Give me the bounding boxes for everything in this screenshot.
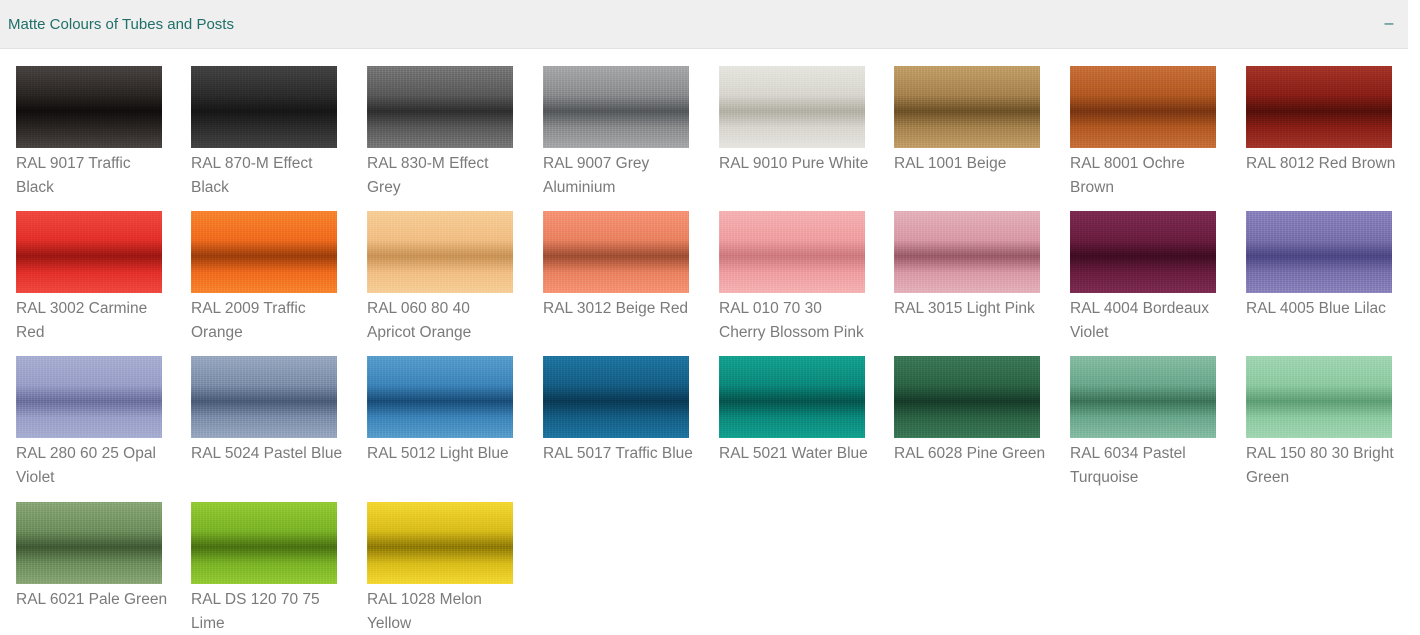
colour-swatch-card[interactable]: RAL 8001 Ochre Brown	[1070, 66, 1216, 199]
colour-swatch-label: RAL 9007 Grey Aluminium	[543, 155, 650, 196]
colour-swatch-label: RAL 830-M Effect Grey	[367, 155, 489, 196]
colour-swatch-label: RAL 6021 Pale Green	[16, 591, 168, 608]
colour-swatch-image[interactable]	[367, 356, 513, 438]
colour-swatch-label: RAL 9010 Pure White	[719, 155, 869, 172]
colour-swatch-image[interactable]	[894, 66, 1040, 148]
colour-swatch-card[interactable]: RAL 6028 Pine Green	[894, 356, 1045, 466]
colour-swatch-label: RAL 6028 Pine Green	[894, 445, 1046, 462]
colour-swatch-card[interactable]: RAL 5021 Water Blue	[719, 356, 868, 466]
colour-swatch-card[interactable]: RAL 5024 Pastel Blue	[191, 356, 342, 466]
colour-swatch-card[interactable]: RAL 6021 Pale Green	[16, 502, 167, 612]
colour-swatch-label: RAL DS 120 70 75 Lime	[191, 591, 320, 632]
colour-swatch-image[interactable]	[191, 211, 337, 293]
colour-swatch-label: RAL 9017 Traffic Black	[16, 155, 131, 196]
colour-swatch-card[interactable]: RAL 010 70 30 Cherry Blossom Pink	[719, 211, 865, 344]
colour-swatch-card[interactable]: RAL 060 80 40 Apricot Orange	[367, 211, 513, 344]
colour-swatch-card[interactable]: RAL 3012 Beige Red	[543, 211, 689, 321]
colour-swatch-image[interactable]	[367, 211, 513, 293]
colour-swatch-card[interactable]: RAL 3002 Carmine Red	[16, 211, 162, 344]
colour-swatch-label: RAL 3012 Beige Red	[543, 300, 689, 317]
collapse-minus-icon[interactable]: –	[1382, 15, 1396, 33]
colour-swatch-image[interactable]	[894, 356, 1040, 438]
accordion-title[interactable]: Matte Colours of Tubes and Posts	[8, 16, 234, 34]
colour-swatch-label: RAL 5024 Pastel Blue	[191, 445, 343, 462]
colour-swatch-label: RAL 3002 Carmine Red	[16, 300, 148, 341]
colour-swatch-image[interactable]	[1070, 66, 1216, 148]
colour-swatch-card[interactable]: RAL 830-M Effect Grey	[367, 66, 513, 199]
colour-swatch-label: RAL 8001 Ochre Brown	[1070, 155, 1185, 196]
colour-swatch-label: RAL 010 70 30 Cherry Blossom Pink	[719, 300, 864, 341]
colour-swatch-label: RAL 150 80 30 Bright Green	[1246, 445, 1394, 486]
colour-swatch-card[interactable]: RAL 9007 Grey Aluminium	[543, 66, 689, 199]
colour-swatch-label: RAL 4004 Bordeaux Violet	[1070, 300, 1210, 341]
colour-swatch-image[interactable]	[16, 211, 162, 293]
colour-swatch-card[interactable]: RAL DS 120 70 75 Lime	[191, 502, 337, 635]
colour-swatch-label: RAL 5021 Water Blue	[719, 445, 868, 462]
colour-swatch-image[interactable]	[1246, 356, 1392, 438]
colour-swatch-card[interactable]: RAL 1001 Beige	[894, 66, 1040, 176]
colour-swatch-label: RAL 2009 Traffic Orange	[191, 300, 306, 341]
colour-swatch-label: RAL 3015 Light Pink	[894, 300, 1035, 317]
colour-swatch-label: RAL 5017 Traffic Blue	[543, 445, 693, 462]
colour-swatch-card[interactable]: RAL 4004 Bordeaux Violet	[1070, 211, 1216, 344]
colour-swatch-card[interactable]: RAL 9017 Traffic Black	[16, 66, 162, 199]
colour-swatch-image[interactable]	[191, 502, 337, 584]
colour-swatch-image[interactable]	[16, 502, 162, 584]
colour-swatch-card[interactable]: RAL 4005 Blue Lilac	[1246, 211, 1392, 321]
colour-swatch-image[interactable]	[1246, 211, 1392, 293]
colour-swatch-label: RAL 1001 Beige	[894, 155, 1007, 172]
colour-swatch-image[interactable]	[1070, 211, 1216, 293]
colour-swatch-label: RAL 280 60 25 Opal Violet	[16, 445, 156, 486]
colour-swatch-image[interactable]	[367, 66, 513, 148]
colour-swatch-card[interactable]: RAL 870-M Effect Black	[191, 66, 337, 199]
colour-swatch-label: RAL 1028 Melon Yellow	[367, 591, 482, 632]
colour-swatch-card[interactable]: RAL 150 80 30 Bright Green	[1246, 356, 1394, 489]
colour-swatch-card[interactable]: RAL 3015 Light Pink	[894, 211, 1040, 321]
colour-swatch-label: RAL 5012 Light Blue	[367, 445, 509, 462]
colour-swatch-card[interactable]: RAL 1028 Melon Yellow	[367, 502, 513, 635]
colour-swatch-image[interactable]	[191, 66, 337, 148]
colour-swatch-label: RAL 6034 Pastel Turquoise	[1070, 445, 1186, 486]
colour-swatch-card[interactable]: RAL 8012 Red Brown	[1246, 66, 1395, 176]
colour-swatch-image[interactable]	[1070, 356, 1216, 438]
colour-swatch-image[interactable]	[543, 211, 689, 293]
colour-swatch-image[interactable]	[191, 356, 337, 438]
colour-swatch-image[interactable]	[543, 356, 689, 438]
colour-swatch-image[interactable]	[367, 502, 513, 584]
colour-swatch-label: RAL 060 80 40 Apricot Orange	[367, 300, 472, 341]
colour-swatch-image[interactable]	[719, 356, 865, 438]
colour-swatch-image[interactable]	[1246, 66, 1392, 148]
colour-swatch-image[interactable]	[16, 66, 162, 148]
accordion-header[interactable]: Matte Colours of Tubes and Posts –	[0, 0, 1408, 49]
colour-swatch-label: RAL 8012 Red Brown	[1246, 155, 1396, 172]
colour-swatch-card[interactable]: RAL 6034 Pastel Turquoise	[1070, 356, 1216, 489]
colour-swatch-image[interactable]	[719, 211, 865, 293]
colour-swatch-image[interactable]	[543, 66, 689, 148]
colour-swatch-card[interactable]: RAL 9010 Pure White	[719, 66, 868, 176]
colour-swatch-card[interactable]: RAL 5017 Traffic Blue	[543, 356, 693, 466]
colour-swatch-card[interactable]: RAL 2009 Traffic Orange	[191, 211, 337, 344]
colour-swatch-image[interactable]	[16, 356, 162, 438]
colour-swatch-label: RAL 4005 Blue Lilac	[1246, 300, 1386, 317]
colour-swatch-label: RAL 870-M Effect Black	[191, 155, 313, 196]
colour-swatch-image[interactable]	[719, 66, 865, 148]
colour-swatch-card[interactable]: RAL 280 60 25 Opal Violet	[16, 356, 162, 489]
colour-swatch-image[interactable]	[894, 211, 1040, 293]
colour-swatch-card[interactable]: RAL 5012 Light Blue	[367, 356, 513, 466]
